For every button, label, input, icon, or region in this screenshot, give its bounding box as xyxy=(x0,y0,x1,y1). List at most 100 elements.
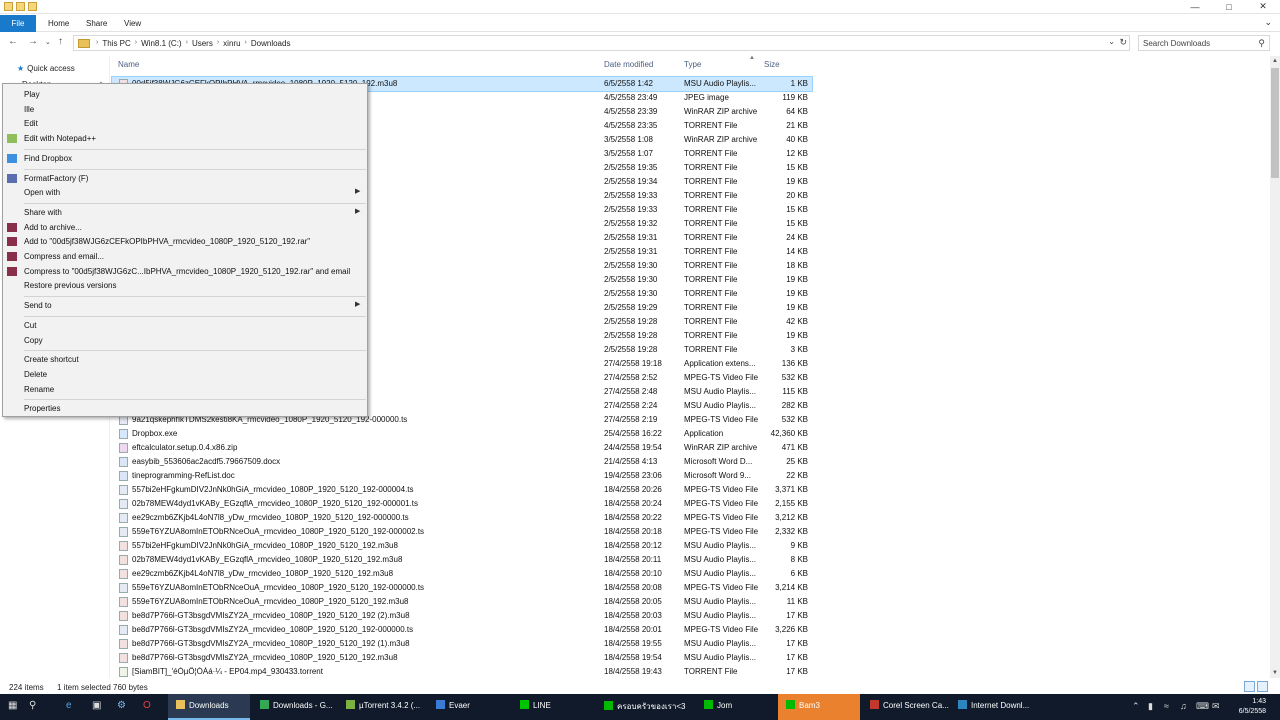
file-type: JPEG image xyxy=(684,93,729,102)
context-menu-item[interactable]: Properties xyxy=(3,402,367,415)
file-row[interactable]: 559eT6YZUA8omInETObRNceOuA_rmcvideo_1080… xyxy=(112,581,812,595)
file-row[interactable]: 02b78MEW4dyd1vKABy_EGzqflA_rmcvideo_1080… xyxy=(112,553,812,567)
folder-icon[interactable] xyxy=(4,2,13,11)
close-button[interactable]: ✕ xyxy=(1246,0,1280,13)
refresh-icon[interactable]: ↻ xyxy=(1119,37,1127,48)
column-header-type[interactable]: Type xyxy=(684,60,701,69)
back-icon[interactable]: ← xyxy=(8,36,18,47)
expand-ribbon-icon[interactable]: ⌄ xyxy=(1264,17,1272,28)
file-type: TORRENT File xyxy=(684,667,738,676)
file-date: 3/5/2558 1:08 xyxy=(604,135,653,144)
context-menu-item[interactable]: Share with ▶ xyxy=(3,206,367,219)
file-row[interactable]: ee29czmb6ZKjb4L4oN7l8_yDw_rmcvideo_1080P… xyxy=(112,511,812,525)
file-row[interactable]: [SiamBIT]_'éÒµÔ¦ÓÀá·¼ - EP04.mp4_930433.… xyxy=(112,665,812,679)
column-header-size[interactable]: Size xyxy=(764,60,780,69)
file-row[interactable]: Dropbox.exe 25/4/2558 16:22 Application 42,… xyxy=(112,427,812,441)
tab-view[interactable]: View xyxy=(112,15,153,32)
taskbar-app[interactable]: Evaer xyxy=(428,694,510,720)
chevron-up-icon[interactable]: ⌃ xyxy=(1132,701,1140,712)
maximize-button[interactable]: □ xyxy=(1212,0,1246,13)
file-row[interactable]: 02b78MEW4dyd1vKABy_EGzqflA_rmcvideo_1080… xyxy=(112,497,812,511)
nav-quick-access[interactable]: ★ Quick access xyxy=(17,64,75,73)
file-row[interactable]: 557bi2eHFgkumDIV2JnNk0hGiA_rmcvideo_1080… xyxy=(112,483,812,497)
context-menu-item[interactable]: Copy xyxy=(3,334,367,347)
taskbar-app[interactable]: Corel Screen Ca... xyxy=(862,694,949,720)
context-menu-item[interactable]: Compress to "00d5jf38WJG6zC...IbPHVA_rmc… xyxy=(3,265,367,278)
file-row[interactable]: be8d7P766l-GT3bsgdVMIsZY2A_rmcvideo_1080… xyxy=(112,623,812,637)
context-menu-item[interactable]: Restore previous versions xyxy=(3,279,367,292)
taskbar-app[interactable]: ครอบครัวของเรา<3 xyxy=(596,694,694,720)
up-icon[interactable]: ↑ xyxy=(58,36,63,47)
breadcrumb-xinru[interactable]: xinru xyxy=(223,39,240,48)
file-row[interactable]: easybib_553606ac2acdf5.79667509.docx 21/4… xyxy=(112,455,812,469)
taskbar-app[interactable]: Jom xyxy=(696,694,776,720)
file-size: 3,226 KB xyxy=(775,625,808,634)
address-bar[interactable]: › This PC › Win8.1 (C:) › Users › xinru … xyxy=(73,35,1130,51)
taskbar-app[interactable]: Internet Downl... xyxy=(950,694,1036,720)
clock-time: 1:43 xyxy=(1252,698,1266,705)
taskbar-app[interactable]: LINE xyxy=(512,694,594,720)
context-menu-item[interactable]: Send to ▶ xyxy=(3,299,367,312)
recent-locations-icon[interactable]: ⌄ xyxy=(45,38,51,46)
context-menu-item[interactable]: Create shortcut xyxy=(3,353,367,366)
scroll-up-icon[interactable]: ▲ xyxy=(1272,58,1278,64)
context-menu-item[interactable]: Cut xyxy=(3,319,367,332)
scroll-thumb[interactable] xyxy=(1271,68,1279,178)
context-menu-item[interactable]: Compress and email... xyxy=(3,250,367,263)
file-row[interactable]: 559eT6YZUA8omInETObRNceOuA_rmcvideo_1080… xyxy=(112,525,812,539)
properties-icon[interactable] xyxy=(16,2,25,11)
context-menu-item[interactable]: Ille xyxy=(3,103,367,116)
context-menu-item[interactable]: Edit with Notepad++ xyxy=(3,132,367,145)
wifi-icon[interactable]: ≈ xyxy=(1164,701,1169,711)
breadcrumb-this-pc[interactable]: This PC xyxy=(102,39,130,48)
context-menu-item[interactable]: Delete xyxy=(3,368,367,381)
file-row[interactable]: be8d7P766l-GT3bsgdVMIsZY2A_rmcvideo_1080… xyxy=(112,651,812,665)
clock[interactable]: 1:43 6/5/2558 xyxy=(1239,697,1266,717)
context-menu-item[interactable]: Edit xyxy=(3,117,367,130)
search-icon[interactable]: ⚲ xyxy=(29,700,36,711)
store-icon[interactable]: ▣ xyxy=(92,700,101,711)
taskbar-app[interactable]: Downloads xyxy=(168,694,250,720)
breadcrumb-drive[interactable]: Win8.1 (C:) xyxy=(141,39,181,48)
file-row[interactable]: 557bi2eHFgkumDIV2JnNk0hGiA_rmcvideo_1080… xyxy=(112,539,812,553)
edge-icon[interactable]: e xyxy=(66,700,72,711)
forward-icon[interactable]: → xyxy=(28,36,38,47)
volume-icon[interactable]: ♫ xyxy=(1180,701,1187,711)
breadcrumb-users[interactable]: Users xyxy=(192,39,213,48)
scroll-down-icon[interactable]: ▼ xyxy=(1272,670,1278,676)
opera-icon[interactable]: O xyxy=(143,700,151,711)
details-view-icon[interactable] xyxy=(1244,681,1255,692)
breadcrumb-downloads[interactable]: Downloads xyxy=(251,39,291,48)
file-row[interactable]: be8d7P766l-GT3bsgdVMIsZY2A_rmcvideo_1080… xyxy=(112,609,812,623)
large-icons-view-icon[interactable] xyxy=(1257,681,1268,692)
column-header-date[interactable]: Date modified xyxy=(604,60,653,69)
context-menu-item[interactable]: FormatFactory (F) xyxy=(3,172,367,185)
new-folder-icon[interactable] xyxy=(28,2,37,11)
file-row[interactable]: ee29czmb6ZKjb4L4oN7l8_yDw_rmcvideo_1080P… xyxy=(112,567,812,581)
file-row[interactable]: tineprogramming-RefList.doc 19/4/2558 23:… xyxy=(112,469,812,483)
context-menu-item[interactable]: Rename xyxy=(3,383,367,396)
taskbar-app[interactable]: µTorrent 3.4.2 (... xyxy=(338,694,426,720)
minimize-button[interactable]: — xyxy=(1178,0,1212,13)
notifications-icon[interactable]: ✉ xyxy=(1212,701,1220,712)
context-menu-item[interactable]: Add to archive... xyxy=(3,221,367,234)
vertical-scrollbar[interactable]: ▲ ▼ xyxy=(1270,56,1280,678)
context-menu-item[interactable]: Add to "00d5jf38WJG6zCEFkOPIbPHVA_rmcvid… xyxy=(3,235,367,248)
file-row[interactable]: be8d7P766l-GT3bsgdVMIsZY2A_rmcvideo_1080… xyxy=(112,637,812,651)
taskbar-app[interactable]: Bam3 xyxy=(778,694,860,720)
search-input[interactable]: Search Downloads ⚲ xyxy=(1138,35,1270,51)
column-header-name[interactable]: Name xyxy=(118,60,139,69)
context-menu-item[interactable]: Play xyxy=(3,88,367,101)
tab-file[interactable]: File xyxy=(0,15,36,32)
keyboard-icon[interactable]: ⌨ xyxy=(1196,701,1209,712)
context-menu-item[interactable]: Find Dropbox xyxy=(3,152,367,165)
settings-icon[interactable]: ⚙ xyxy=(117,700,126,711)
file-name: be8d7P766l-GT3bsgdVMIsZY2A_rmcvideo_1080… xyxy=(132,611,410,620)
context-menu-item[interactable]: Open with ▶ xyxy=(3,186,367,199)
file-row[interactable]: 559eT6YZUA8omInETObRNceOuA_rmcvideo_1080… xyxy=(112,595,812,609)
start-windows-icon[interactable]: ▦ xyxy=(8,700,17,711)
chevron-down-icon[interactable]: ⌄ xyxy=(1108,37,1115,46)
battery-icon[interactable]: ▮ xyxy=(1148,701,1153,712)
file-row[interactable]: eftcalculator.setup.0.4.x86.zip 24/4/2558… xyxy=(112,441,812,455)
taskbar-app[interactable]: Downloads - G... xyxy=(252,694,336,720)
